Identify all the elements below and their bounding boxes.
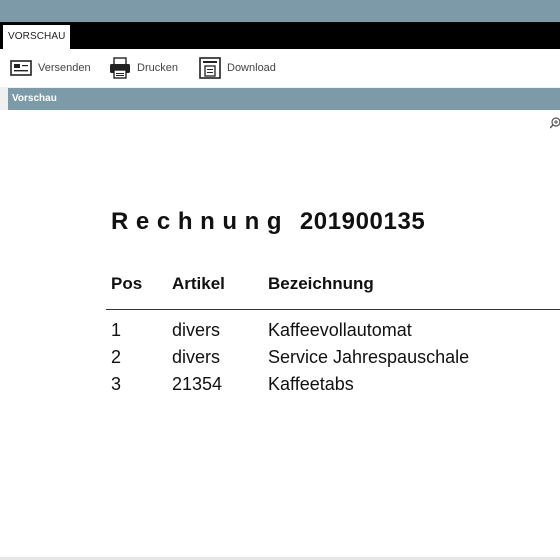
document-preview: Rechnung 201900135 Pos Artikel Bezeichnu…	[0, 110, 560, 557]
row-description: Service Jahrespauschale	[268, 347, 470, 367]
toolbar: Versenden Drucken Download	[0, 49, 560, 87]
row-pos: 2	[111, 347, 122, 367]
print-button[interactable]: Drucken	[109, 57, 178, 79]
row-pos: 1	[111, 320, 122, 340]
document-download-icon	[199, 57, 221, 79]
send-button[interactable]: Versenden	[10, 57, 91, 79]
printer-icon	[109, 57, 131, 79]
download-button[interactable]: Download	[199, 57, 276, 79]
table-row: 3 21354 Kaffeetabs	[0, 374, 560, 400]
tab-vorschau[interactable]: VORSCHAU	[3, 25, 71, 49]
column-header-description: Bezeichnung	[268, 274, 374, 293]
section-header: Vorschau	[8, 88, 560, 110]
download-label: Download	[227, 62, 276, 74]
row-article: 21354	[172, 374, 223, 394]
table-row: 2 divers Service Jahrespauschale	[0, 347, 560, 373]
tab-bar: VORSCHAU	[0, 22, 560, 49]
column-header-pos: Pos	[111, 274, 143, 293]
row-pos: 3	[111, 374, 122, 394]
invoice-title-word: Rechnung	[111, 208, 290, 235]
header-divider	[106, 309, 560, 310]
send-label: Versenden	[38, 62, 91, 74]
zoom-in-icon[interactable]	[549, 116, 560, 134]
table-row: 1 divers Kaffeevollautomat	[0, 320, 560, 346]
row-article: divers	[172, 347, 221, 367]
column-header-article: Artikel	[172, 274, 225, 293]
invoice-title: Rechnung 201900135	[111, 208, 425, 236]
row-article: divers	[172, 320, 221, 340]
invoice-number: 201900135	[299, 208, 426, 235]
envelope-icon	[10, 59, 32, 77]
row-description: Kaffeevollautomat	[268, 320, 412, 340]
window-top-strip	[0, 0, 560, 22]
print-label: Drucken	[137, 62, 178, 74]
row-description: Kaffeetabs	[268, 374, 354, 394]
